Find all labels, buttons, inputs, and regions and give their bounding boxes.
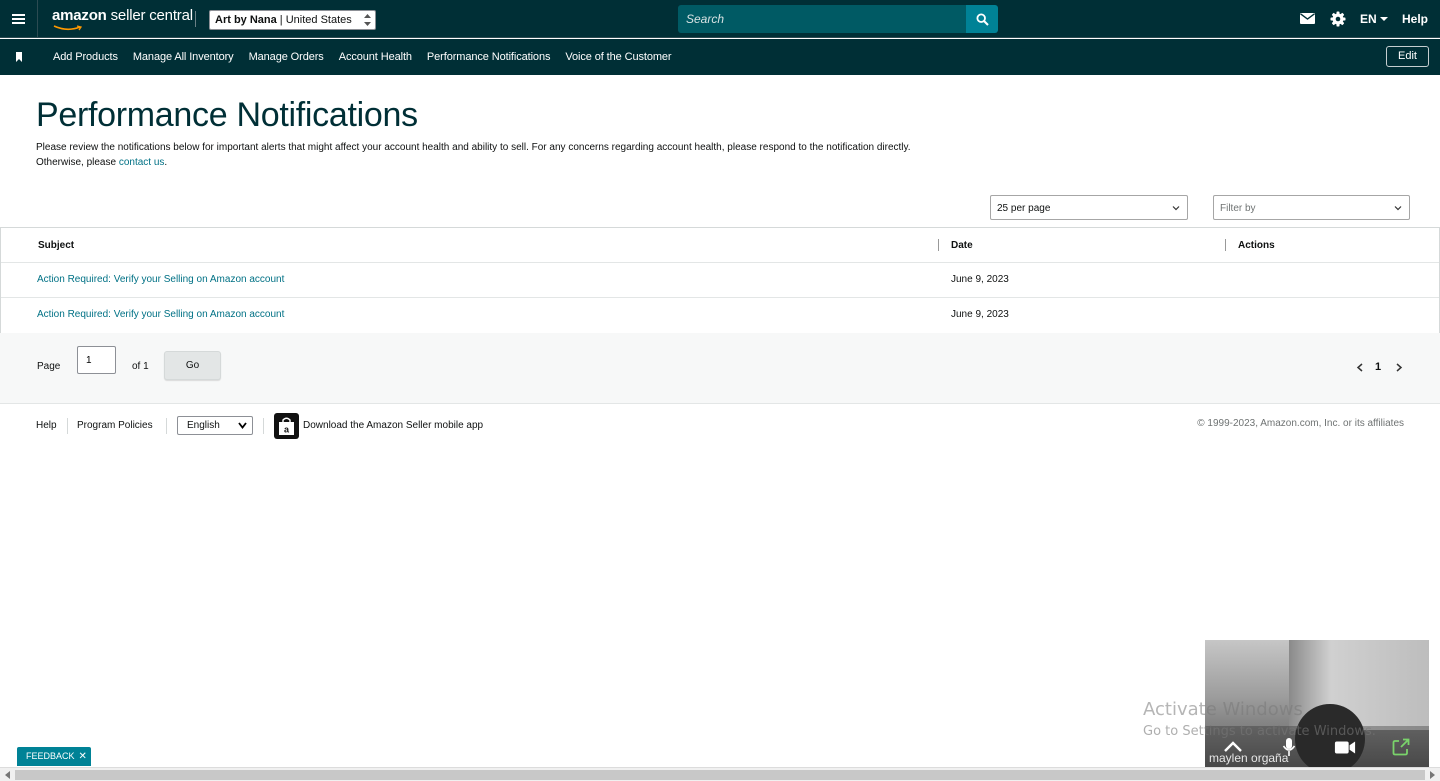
search-input[interactable] [678, 5, 967, 33]
nav-item-manage-inventory[interactable]: Manage All Inventory [133, 51, 234, 63]
notification-date: June 9, 2023 [951, 309, 1009, 320]
column-divider[interactable] [1225, 239, 1226, 251]
search-icon [975, 12, 989, 26]
edit-nav-button[interactable]: Edit [1386, 46, 1429, 67]
notification-subject-link[interactable]: Action Required: Verify your Selling on … [37, 274, 284, 285]
up-down-arrows-icon [364, 14, 371, 26]
participant-name: maylen orgaña [1209, 751, 1289, 765]
popout-button[interactable] [1390, 736, 1412, 758]
page-description: Please review the notifications below fo… [36, 140, 996, 170]
table-header-row: Subject Date Actions [1, 228, 1439, 263]
hamburger-icon [12, 14, 25, 24]
logo-divider [195, 11, 196, 27]
chevron-down-icon [1172, 206, 1180, 211]
nav-item-performance-notifications[interactable]: Performance Notifications [427, 51, 551, 63]
menu-button[interactable] [0, 0, 38, 38]
scroll-left-icon[interactable] [5, 771, 10, 779]
windows-activation-subtitle: Go to Settings to activate Windows. [1143, 724, 1376, 739]
footer-language-select[interactable]: English [177, 416, 253, 435]
account-name: Art by Nana [215, 14, 277, 26]
notification-subject-link[interactable]: Action Required: Verify your Selling on … [37, 309, 284, 320]
shopping-bag-icon: a [279, 417, 294, 435]
page-label: Page [37, 361, 61, 372]
nav-items: Add Products Manage All Inventory Manage… [53, 51, 687, 63]
mail-icon[interactable] [1300, 13, 1315, 24]
chevron-left-icon[interactable] [1356, 363, 1364, 372]
amazon-app-icon[interactable]: a [274, 413, 299, 439]
search-button[interactable] [966, 5, 998, 33]
chevron-right-icon[interactable] [1395, 363, 1403, 372]
filter-select[interactable]: Filter by [1213, 195, 1410, 220]
nav-item-manage-orders[interactable]: Manage Orders [249, 51, 324, 63]
footer-help-link[interactable]: Help [36, 420, 57, 431]
description-text: Please review the notifications below fo… [36, 142, 911, 153]
help-link[interactable]: Help [1402, 12, 1428, 26]
camera-button[interactable] [1334, 736, 1356, 758]
external-link-icon [1392, 738, 1410, 756]
contact-us-link[interactable]: contact us [119, 157, 165, 168]
nav-item-add-products[interactable]: Add Products [53, 51, 118, 63]
go-button[interactable]: Go [164, 351, 221, 380]
top-bar: amazon seller central Art by Nana | Unit… [0, 0, 1440, 38]
logo-brand: amazon [52, 7, 107, 24]
caret-down-icon [1380, 17, 1388, 21]
chevron-down-icon [1394, 206, 1402, 211]
table-row: Action Required: Verify your Selling on … [1, 263, 1439, 298]
description-line2-prefix: Otherwise, please [36, 157, 117, 168]
footer-language-value: English [187, 420, 220, 431]
nav-item-account-health[interactable]: Account Health [339, 51, 412, 63]
program-policies-link[interactable]: Program Policies [77, 420, 153, 431]
gear-icon[interactable] [1330, 11, 1346, 27]
bookmark-icon[interactable] [14, 52, 24, 62]
close-icon[interactable]: ✕ [79, 751, 87, 762]
description-line2-suffix: . [164, 157, 168, 168]
video-camera-icon [1334, 741, 1356, 753]
copyright-text: © 1999-2023, Amazon.com, Inc. or its aff… [1197, 418, 1404, 429]
chevron-down-icon [238, 422, 247, 429]
feedback-label: FEEDBACK [26, 751, 75, 761]
amazon-smile-icon [53, 25, 83, 31]
horizontal-scrollbar[interactable] [0, 767, 1440, 781]
column-divider[interactable] [938, 239, 939, 251]
app-download-link[interactable]: Download the Amazon Seller mobile app [303, 420, 483, 431]
footer-divider [166, 418, 167, 434]
language-selector[interactable]: EN [1360, 12, 1377, 26]
scrollbar-thumb[interactable] [15, 770, 1425, 780]
account-region: United States [285, 14, 352, 26]
page-number-input[interactable] [77, 346, 116, 374]
filter-placeholder: Filter by [1220, 203, 1256, 214]
column-header-actions: Actions [1238, 240, 1275, 251]
column-header-date[interactable]: Date [951, 240, 973, 251]
feedback-tab[interactable]: FEEDBACK ✕ [17, 747, 91, 766]
page-title: Performance Notifications [36, 96, 418, 134]
notification-date: June 9, 2023 [951, 274, 1009, 285]
per-page-select[interactable]: 25 per page [990, 195, 1188, 220]
pagination-bar: Page of 1 Go 1 [0, 333, 1440, 404]
page-number-link[interactable]: 1 [1375, 361, 1381, 373]
account-switcher[interactable]: Art by Nana | United States [209, 10, 376, 30]
table-row: Action Required: Verify your Selling on … [1, 298, 1439, 333]
per-page-value: 25 per page [997, 203, 1051, 214]
scroll-right-icon[interactable] [1430, 771, 1435, 779]
seller-central-logo[interactable]: amazon seller central [52, 7, 193, 31]
footer-divider [67, 418, 68, 434]
windows-activation-title: Activate Windows [1143, 699, 1303, 720]
footer-divider [263, 418, 264, 434]
nav-item-voice-of-customer[interactable]: Voice of the Customer [565, 51, 671, 63]
nav-bar: Add Products Manage All Inventory Manage… [0, 39, 1440, 75]
page-total-label: of 1 [132, 361, 149, 372]
column-header-subject[interactable]: Subject [38, 240, 74, 251]
notifications-table: Subject Date Actions Action Required: Ve… [0, 227, 1440, 334]
logo-product: seller central [110, 7, 193, 24]
